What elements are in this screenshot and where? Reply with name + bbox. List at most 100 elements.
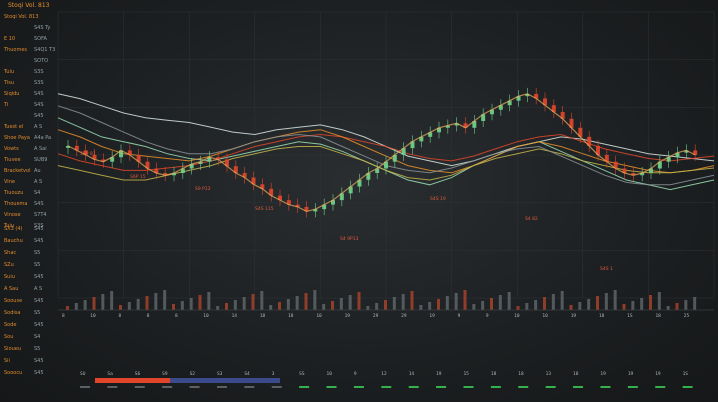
volume-bar: [596, 296, 599, 310]
x-tick-label: 25: [684, 313, 690, 319]
bottom-row-label: 19: [628, 371, 634, 377]
volume-bar: [348, 295, 352, 310]
x-tick-label: 29: [401, 313, 407, 319]
bottom-row-label: S3: [217, 371, 223, 377]
bottom-row-marker: [271, 386, 282, 388]
price-line: [67, 93, 696, 213]
volume-bar: [357, 292, 361, 310]
volume-bar: [392, 297, 396, 310]
volume-bar: [684, 300, 688, 310]
bottom-row-label: 19: [436, 371, 442, 377]
bottom-row-marker: [299, 386, 310, 388]
bottom-row-label: SU: [80, 371, 86, 377]
volume-bar: [419, 305, 423, 310]
x-tick-label: 8: [147, 313, 150, 319]
bottom-row-label: Sa: [107, 371, 113, 377]
volume-bar: [339, 298, 343, 310]
bottom-row-label: 19: [655, 371, 661, 377]
volume-bar: [693, 297, 697, 310]
bottom-row-label: 15: [463, 371, 469, 377]
volume-bar: [534, 300, 538, 310]
bottom-row-marker: [189, 386, 200, 388]
bottom-row-marker: [627, 386, 638, 388]
volume-bar: [127, 302, 131, 310]
volume-bar: [384, 300, 387, 310]
bottom-row-marker: [408, 386, 419, 388]
trading-chart-screen: Stoqi Vol. 813 Stoqi Vol. 813 S4S Ty E 10 S…: [0, 0, 718, 402]
volume-bar: [587, 299, 591, 310]
volume-bar: [649, 295, 652, 310]
volume-bar: [445, 296, 449, 310]
chart-annotation: S4S 19: [430, 196, 446, 202]
volume-bar: [278, 302, 281, 310]
chart-annotation: S6P 15: [130, 174, 146, 180]
bottom-row-marker: [326, 386, 337, 388]
bottom-row-marker: [353, 386, 364, 388]
volume-bar: [119, 305, 122, 310]
bottom-row-marker: [134, 386, 145, 388]
volume-bar: [472, 304, 476, 310]
chart-annotation: S9 P12: [195, 186, 211, 192]
volume-bar: [225, 303, 228, 310]
bottom-row-marker: [162, 386, 173, 388]
volume-bar: [251, 294, 255, 310]
chart-annotation: S4 82: [525, 216, 538, 222]
x-tick-label: 18: [655, 313, 661, 319]
bottom-row-marker: [381, 386, 392, 388]
volume-bar: [136, 299, 140, 310]
volume-bar: [657, 292, 661, 310]
volume-bar: [454, 293, 458, 310]
volume-bar: [163, 290, 167, 310]
volume-bar: [516, 306, 520, 310]
volume-bar: [640, 298, 644, 310]
volume-bar: [110, 291, 114, 310]
bottom-row-label: 10: [327, 371, 333, 377]
volume-bar: [410, 291, 414, 310]
x-tick-label: 1S: [627, 313, 633, 319]
bottom-row-marker: [490, 386, 501, 388]
chart-annotation: S4S 115: [255, 206, 274, 212]
bottom-row-marker: [216, 386, 227, 388]
chart-annotation: S4 9P13: [340, 236, 359, 242]
x-tick-label: 8: [175, 313, 178, 319]
volume-bar: [92, 297, 96, 310]
volume-bar: [216, 306, 220, 310]
volume-bar: [198, 295, 202, 310]
chart-annotation: S5P 91: [80, 151, 96, 157]
x-tick-label: 19: [345, 313, 351, 319]
bottom-row-label: 9: [354, 371, 357, 377]
volume-bar: [322, 304, 326, 310]
bottom-row-label: S4: [244, 371, 250, 377]
bottom-row-marker: [518, 386, 529, 388]
volume-bar: [498, 295, 502, 310]
volume-bar: [207, 292, 211, 310]
x-tick-label: 10: [90, 313, 96, 319]
volume-bar: [233, 300, 237, 310]
volume-bar: [604, 293, 608, 310]
volume-bar: [189, 298, 193, 310]
volume-bar: [622, 304, 626, 310]
bottom-row-label: 13: [546, 371, 552, 377]
x-tick-label: 9: [486, 313, 489, 319]
volume-bar: [428, 302, 432, 310]
price-chart[interactable]: S5P 91 S6P 15 S9 P12 S4S 115 S4 9P13 S4S 19 S4…: [0, 0, 718, 402]
bottom-row-label: S9: [162, 371, 168, 377]
x-tick-label: 10: [316, 313, 322, 319]
volume-bar: [525, 303, 529, 310]
volume-bar: [331, 301, 334, 310]
x-tick-label: 8: [62, 313, 65, 319]
volume-bar: [613, 290, 617, 310]
bottom-row-label: 14: [409, 371, 415, 377]
bottom-row-label: 1S: [683, 371, 689, 377]
volume-bar: [304, 293, 308, 310]
bottom-row-label: 18: [518, 371, 524, 377]
volume-bar: [286, 299, 290, 310]
bottom-row-marker: [436, 386, 447, 388]
volume-bar: [242, 297, 246, 310]
volume-bar: [66, 306, 69, 310]
x-tick-label: 18: [288, 313, 294, 319]
volume-bar: [101, 294, 105, 310]
volume-bar: [83, 300, 87, 310]
bottom-row-marker: [655, 386, 666, 388]
volume-bar: [154, 293, 158, 310]
